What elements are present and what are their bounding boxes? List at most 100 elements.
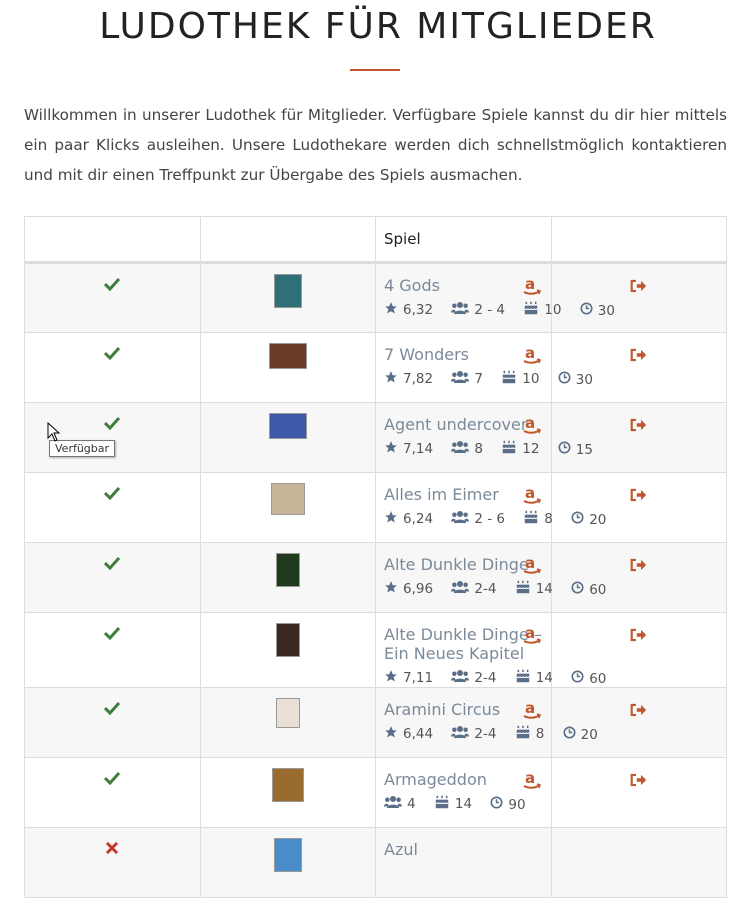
sign-out-icon[interactable] <box>630 702 647 721</box>
game-image-cell <box>199 687 376 758</box>
players: 8 <box>451 440 483 458</box>
players: 2-4 <box>451 725 496 743</box>
amazon-icon[interactable]: a <box>523 484 541 509</box>
sign-out-icon[interactable] <box>630 487 647 506</box>
game-image-cell <box>199 612 376 688</box>
game-box-image[interactable] <box>270 483 305 515</box>
amazon-icon[interactable]: a <box>523 699 541 724</box>
sign-out-icon[interactable] <box>630 627 647 646</box>
svg-text:a: a <box>525 345 535 362</box>
game-image-cell <box>199 472 376 543</box>
players: 2-4 <box>451 580 496 598</box>
amazon-icon[interactable]: a <box>523 769 541 794</box>
action-cell <box>550 542 727 613</box>
time-icon <box>563 726 581 743</box>
time-icon <box>571 581 589 598</box>
table-row: Azul <box>24 827 727 898</box>
game-info-cell: Armageddon 4 14 90 a <box>375 757 552 828</box>
age: 12 <box>501 440 539 458</box>
game-box-image[interactable] <box>268 413 307 439</box>
action-cell <box>550 757 727 828</box>
age: 10 <box>523 301 561 319</box>
game-image-cell <box>199 757 376 828</box>
check-icon <box>104 625 121 644</box>
game-box-image[interactable] <box>273 274 302 308</box>
cross-icon <box>105 840 119 859</box>
players: 7 <box>451 370 483 388</box>
status-cell <box>24 612 201 688</box>
players-icon <box>451 510 474 528</box>
age: 14 <box>515 669 553 687</box>
time: 60 <box>571 670 606 687</box>
rating: 7,14 <box>384 440 433 458</box>
status-cell <box>24 687 201 758</box>
rating-icon <box>384 725 403 743</box>
game-stats: 7,82 7 10 30 <box>384 370 593 388</box>
game-stats: 6,24 2 - 6 8 20 <box>384 510 606 528</box>
table-row: Alte Dunkle Dinge – Ein Neues Kapitel 7,… <box>24 612 727 688</box>
game-stats: 7,14 8 12 15 <box>384 440 593 458</box>
players-icon <box>451 580 474 598</box>
age: 8 <box>515 725 544 743</box>
age: 8 <box>523 510 553 528</box>
game-box-image[interactable] <box>273 838 302 872</box>
game-stats: 7,11 2-4 14 60 <box>384 669 606 687</box>
table-row: Alles im Eimer 6,24 2 - 6 8 20 a <box>24 472 727 543</box>
game-name-link[interactable]: Azul <box>384 840 551 859</box>
amazon-icon[interactable]: a <box>523 414 541 439</box>
players: 2 - 4 <box>451 301 505 319</box>
svg-text:a: a <box>525 625 535 642</box>
status-cell <box>24 827 201 898</box>
sign-out-icon[interactable] <box>630 347 647 366</box>
amazon-icon[interactable]: a <box>523 275 541 300</box>
game-box-image[interactable] <box>268 343 307 369</box>
players-icon <box>451 370 474 388</box>
amazon-icon[interactable]: a <box>523 554 541 579</box>
time: 20 <box>563 726 598 743</box>
game-box-image[interactable] <box>271 768 304 802</box>
rating: 7,11 <box>384 669 433 687</box>
rating: 6,24 <box>384 510 433 528</box>
age-icon <box>434 795 455 813</box>
title-divider <box>350 69 400 71</box>
time: 90 <box>490 796 526 813</box>
time-icon <box>571 511 589 528</box>
time: 30 <box>558 371 593 388</box>
game-stats: 4 14 90 <box>384 795 551 813</box>
action-cell <box>550 402 727 473</box>
game-box-image[interactable] <box>275 553 300 587</box>
intro-text: Willkommen in unserer Ludothek für Mitgl… <box>24 106 727 184</box>
game-box-image[interactable] <box>275 698 300 728</box>
game-image-cell <box>199 402 376 473</box>
time: 60 <box>571 581 606 598</box>
status-cell <box>24 472 201 543</box>
header-image <box>199 216 376 263</box>
table-row: Alte Dunkle Dinge 6,96 2-4 14 60 a <box>24 542 727 613</box>
game-box-image[interactable] <box>275 623 300 657</box>
svg-text:a: a <box>525 415 535 432</box>
amazon-icon[interactable]: a <box>523 624 541 649</box>
time-icon <box>571 670 589 687</box>
age-icon <box>523 510 544 528</box>
header-actions <box>550 216 727 263</box>
game-image-cell <box>199 542 376 613</box>
action-cell <box>550 332 727 403</box>
amazon-icon[interactable]: a <box>523 344 541 369</box>
sign-out-icon[interactable] <box>630 772 647 791</box>
sign-out-icon[interactable] <box>630 417 647 436</box>
rating: 7,82 <box>384 370 433 388</box>
game-info-cell: Aramini Circus 6,44 2-4 8 20 a <box>375 687 598 758</box>
age: 10 <box>501 370 539 388</box>
sign-out-icon[interactable] <box>630 557 647 576</box>
action-cell <box>550 687 727 758</box>
action-cell <box>550 262 727 333</box>
game-image-cell <box>199 262 376 333</box>
time-icon <box>558 371 576 388</box>
players: 2-4 <box>451 669 496 687</box>
game-info-cell: Alte Dunkle Dinge 6,96 2-4 14 60 a <box>375 542 606 613</box>
header-game[interactable]: Spiel <box>375 216 552 263</box>
sign-out-icon[interactable] <box>630 278 647 297</box>
status-cell <box>24 262 201 333</box>
check-icon <box>104 770 121 789</box>
table-row: 4 Gods 6,32 2 - 4 10 30 a <box>24 262 727 333</box>
